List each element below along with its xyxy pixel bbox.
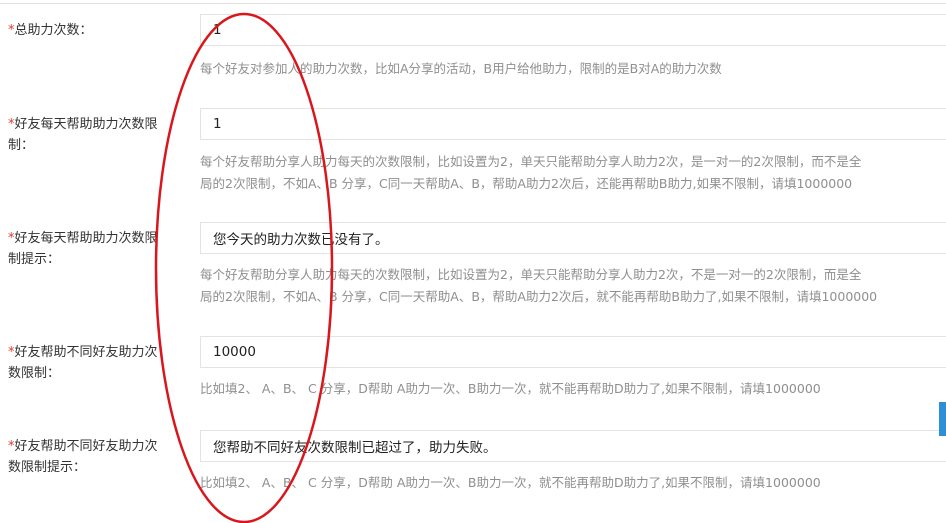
field-label-text: 好友每天帮助助力次数限 [14, 117, 158, 132]
field-help-text: 每个好友帮助分享人助力每天的次数限制，比如设置为2，单天只能帮助分享人助力2次，… [200, 151, 946, 195]
top-divider [0, 3, 946, 4]
field-label-text-cont: 数限制： [8, 366, 61, 381]
daily-assist-limit-input[interactable] [200, 108, 946, 140]
field-help-text: 比如填2、 A、B、 C 分享，D帮助 A助力一次、B助力一次，就不能再帮助D助… [200, 475, 821, 490]
field-label-text: 好友帮助不同好友助力次 [14, 439, 158, 454]
field-label-text: 好友每天帮助助力次数限 [14, 231, 158, 246]
field-label-text-cont: 制提示： [8, 252, 61, 267]
field-label-text: 总助力次数： [14, 23, 93, 38]
different-friend-limit-input[interactable] [200, 336, 946, 368]
field-label-text-cont: 数限制提示： [8, 460, 87, 475]
field-help-text: 每个好友帮助分享人助力每天的次数限制，比如设置为2，单天只能帮助分享人助力2次，… [200, 264, 946, 308]
field-label-text-cont: 制： [8, 138, 35, 153]
field-label: *好友帮助不同好友助力次 数限制： [8, 342, 176, 384]
field-label: *总助力次数： [8, 20, 176, 41]
field-label: *好友每天帮助助力次数限 制提示： [8, 228, 176, 270]
scrollbar-thumb[interactable] [939, 402, 946, 436]
field-label: *好友帮助不同好友助力次 数限制提示： [8, 436, 176, 478]
help-line: 局的2次限制，不如A、B 分享，C同一天帮助A、B，帮助A助力2次后，还能再帮助… [200, 176, 853, 191]
field-help-text: 每个好友对参加人的助力次数，比如A分享的活动，B用户给他助力，限制的是B对A的助… [200, 61, 722, 76]
help-line: 每个好友帮助分享人助力每天的次数限制，比如设置为2，单天只能帮助分享人助力2次，… [200, 267, 862, 282]
field-label-text: 好友帮助不同好友助力次 [14, 345, 158, 360]
help-line: 局的2次限制，不如A、B 分享，C同一天帮助A、B，帮助A助力2次后，就不能再帮… [200, 289, 878, 304]
help-line: 每个好友帮助分享人助力每天的次数限制，比如设置为2，单天只能帮助分享人助力2次，… [200, 154, 862, 169]
settings-form-page: *总助力次数： 每个好友对参加人的助力次数，比如A分享的活动，B用户给他助力，限… [0, 0, 946, 523]
different-friend-limit-tip-input[interactable] [200, 430, 946, 462]
total-assist-count-input[interactable] [200, 14, 946, 46]
field-help-text: 比如填2、 A、B、 C 分享，D帮助 A助力一次、B助力一次，就不能再帮助D助… [200, 381, 821, 396]
daily-assist-limit-tip-input[interactable] [200, 222, 946, 254]
field-label: *好友每天帮助助力次数限 制： [8, 114, 176, 156]
